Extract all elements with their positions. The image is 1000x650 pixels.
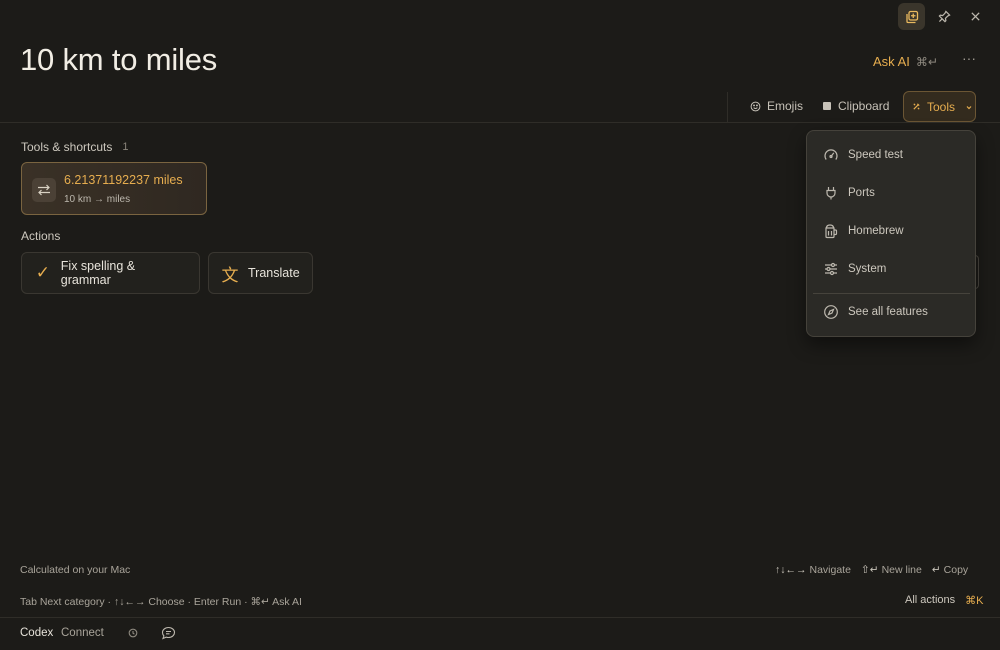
copy-hint: ↵ Copy bbox=[932, 564, 968, 576]
history-icon[interactable] bbox=[128, 628, 138, 638]
conversion-label: 10 km → miles bbox=[64, 194, 131, 205]
translate-label: Translate bbox=[248, 266, 300, 280]
pin-icon bbox=[938, 10, 951, 23]
tools-section-title: Tools & shortcuts bbox=[21, 140, 113, 154]
checkmark-icon: ✓ bbox=[35, 263, 51, 282]
menu-item-homebrew[interactable]: Homebrew bbox=[807, 216, 975, 246]
menu-item-see-all-features[interactable]: See all features bbox=[807, 297, 975, 327]
search-query[interactable]: 10 km to miles bbox=[20, 42, 217, 78]
mug-icon bbox=[823, 223, 839, 239]
convert-arrows-icon bbox=[32, 178, 56, 202]
plug-icon bbox=[823, 185, 839, 201]
close-button[interactable] bbox=[962, 3, 989, 30]
new-line-hint: ⇧↵ New line bbox=[861, 564, 922, 576]
copy-label: Copy bbox=[943, 564, 969, 576]
sliders-icon bbox=[823, 261, 839, 277]
see-all-features-label: See all features bbox=[848, 306, 928, 318]
actions-section-header: Actions bbox=[21, 229, 60, 243]
compass-icon bbox=[823, 304, 839, 320]
close-icon bbox=[970, 11, 981, 22]
conversion-value: 6.21371192237 miles bbox=[64, 173, 183, 187]
tab-clipboard-label: Clipboard bbox=[838, 99, 890, 113]
menu-item-system-label: System bbox=[848, 263, 887, 275]
translate-button[interactable]: 文 Translate bbox=[208, 252, 313, 294]
emoji-icon bbox=[750, 101, 761, 112]
menu-item-speed-test[interactable]: Speed test bbox=[807, 140, 975, 170]
new-line-keys: ⇧↵ bbox=[860, 564, 879, 576]
conversion-result-card[interactable]: 6.21371192237 miles 10 km → miles bbox=[21, 162, 207, 215]
tab-clipboard[interactable]: Clipboard bbox=[816, 92, 895, 120]
all-actions-button[interactable]: All actions ⌘K bbox=[905, 594, 983, 607]
copy-keys: ↵ bbox=[931, 564, 941, 576]
ask-ai-label: Ask AI bbox=[873, 54, 910, 69]
navigate-keys: ↑↓←→ bbox=[775, 564, 807, 576]
menu-item-ports[interactable]: Ports bbox=[807, 178, 975, 208]
fix-spelling-button[interactable]: ✓ Fix spelling & grammar bbox=[21, 252, 200, 294]
codex-button[interactable]: Codex bbox=[20, 627, 53, 639]
ask-ai-button[interactable]: Ask AI ⌘↵ bbox=[873, 54, 938, 69]
tab-tools[interactable]: Tools bbox=[903, 91, 976, 122]
bottom-bar: Codex Connect bbox=[0, 617, 1000, 650]
chevron-down-icon bbox=[965, 103, 973, 111]
detach-icon bbox=[905, 10, 919, 24]
tab-emojis-label: Emojis bbox=[767, 99, 804, 113]
translate-icon: 文 bbox=[221, 265, 239, 285]
shortcuts-line: Tab Next category · ↑↓←→ Choose · Enter … bbox=[20, 596, 302, 608]
menu-item-speed-test-label: Speed test bbox=[848, 149, 903, 161]
calculated-note: Calculated on your Mac bbox=[20, 564, 131, 576]
menu-item-homebrew-label: Homebrew bbox=[848, 225, 904, 237]
detach-window-button[interactable] bbox=[898, 3, 925, 30]
pin-button[interactable] bbox=[931, 3, 958, 30]
actions-section-title: Actions bbox=[21, 229, 61, 243]
more-options-button[interactable]: ··· bbox=[959, 50, 979, 70]
all-actions-shortcut: ⌘K bbox=[965, 595, 984, 607]
chat-icon[interactable] bbox=[161, 626, 176, 640]
navigate-hint: ↑↓←→ Navigate bbox=[775, 564, 851, 576]
tab-emojis[interactable]: Emojis bbox=[744, 92, 809, 120]
keyboard-hints: ↑↓←→ Navigate ⇧↵ New line ↵ Copy bbox=[765, 564, 968, 576]
header-divider bbox=[0, 122, 1000, 123]
clipboard-icon bbox=[822, 101, 832, 111]
tabs-divider bbox=[727, 92, 728, 122]
menu-item-system[interactable]: System bbox=[807, 254, 975, 284]
tools-section-header: Tools & shortcuts 1 bbox=[21, 140, 129, 154]
ask-ai-shortcut: ⌘↵ bbox=[915, 54, 938, 69]
tools-icon bbox=[912, 102, 921, 111]
menu-separator bbox=[813, 293, 970, 294]
tools-section-count: 1 bbox=[122, 141, 129, 153]
gauge-icon bbox=[823, 147, 839, 163]
tools-dropdown-menu: Speed test Ports Homebrew System See all… bbox=[806, 130, 976, 337]
menu-item-ports-label: Ports bbox=[848, 187, 875, 199]
tab-tools-label: Tools bbox=[927, 99, 956, 114]
all-actions-label: All actions bbox=[905, 594, 956, 606]
fix-spelling-label: Fix spelling & grammar bbox=[60, 259, 136, 287]
navigate-label: Navigate bbox=[809, 564, 851, 576]
new-line-label: New line bbox=[881, 564, 922, 576]
connect-button[interactable]: Connect bbox=[61, 627, 104, 639]
